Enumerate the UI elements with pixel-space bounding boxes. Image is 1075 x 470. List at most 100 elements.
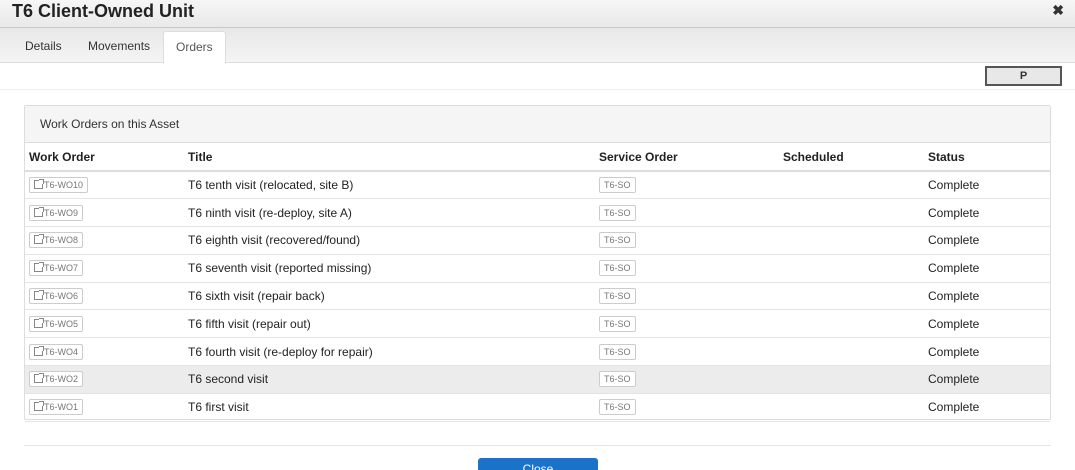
work-order-link[interactable]: T6-WO1 bbox=[29, 399, 84, 416]
service-order-cell: T6-SO bbox=[595, 365, 779, 394]
service-order-cell: T6-SO bbox=[595, 226, 779, 255]
service-order-link[interactable]: T6-SO bbox=[599, 315, 636, 332]
work-order-cell: T6-WO5 bbox=[25, 309, 184, 339]
scheduled-cell bbox=[779, 393, 924, 422]
work-order-id: T6-WO10 bbox=[44, 180, 84, 191]
work-order-link[interactable]: T6-WO7 bbox=[29, 260, 84, 277]
title-cell: T6 second visit bbox=[184, 365, 595, 394]
scheduled-cell bbox=[779, 226, 924, 255]
dialog-header: T6 Client-Owned Unit ✖ bbox=[0, 0, 1075, 28]
title-cell: T6 ninth visit (re-deploy, site A) bbox=[184, 198, 595, 228]
table-row[interactable]: T6-WO4 T6 fourth visit (re-deploy for rep… bbox=[25, 337, 1050, 367]
close-icon[interactable]: ✖ bbox=[1052, 2, 1064, 19]
scheduled-cell bbox=[779, 337, 924, 367]
divider bbox=[0, 89, 1075, 90]
external-link-icon bbox=[34, 373, 44, 384]
tab-bar: Details Movements Orders bbox=[0, 28, 1075, 64]
title-cell: T6 fourth visit (re-deploy for repair) bbox=[184, 337, 595, 367]
work-order-id: T6-WO8 bbox=[44, 235, 79, 246]
p-button[interactable]: P bbox=[985, 66, 1062, 86]
scheduled-cell bbox=[779, 198, 924, 228]
service-order-link[interactable]: T6-SO bbox=[599, 371, 636, 388]
dialog-title: T6 Client-Owned Unit bbox=[12, 1, 194, 21]
tab-movements[interactable]: Movements bbox=[76, 31, 162, 63]
service-order-link[interactable]: T6-SO bbox=[599, 343, 636, 360]
close-button[interactable]: Close bbox=[478, 458, 598, 470]
service-order-link[interactable]: T6-SO bbox=[599, 288, 636, 305]
status-cell: Complete bbox=[924, 337, 1050, 367]
title-cell: T6 seventh visit (reported missing) bbox=[184, 254, 595, 283]
work-order-link[interactable]: T6-WO8 bbox=[29, 232, 84, 249]
work-order-link[interactable]: T6-WO10 bbox=[29, 177, 89, 194]
tab-details[interactable]: Details bbox=[13, 31, 74, 63]
column-header-work-order: Work Order bbox=[25, 143, 184, 172]
service-order-link[interactable]: T6-SO bbox=[599, 204, 636, 221]
status-cell: Complete bbox=[924, 282, 1050, 311]
scheduled-cell bbox=[779, 309, 924, 339]
title-cell: T6 eighth visit (recovered/found) bbox=[184, 226, 595, 255]
title-cell: T6 tenth visit (relocated, site B) bbox=[184, 171, 595, 200]
service-order-cell: T6-SO bbox=[595, 337, 779, 367]
work-order-cell: T6-WO7 bbox=[25, 254, 184, 283]
work-order-id: T6-WO2 bbox=[44, 374, 79, 385]
work-order-id: T6-WO9 bbox=[44, 207, 79, 218]
service-order-link[interactable]: T6-SO bbox=[599, 260, 636, 277]
work-order-id: T6-WO4 bbox=[44, 346, 79, 357]
work-order-cell: T6-WO6 bbox=[25, 282, 184, 311]
work-orders-panel: Work Orders on this Asset Work Order Tit… bbox=[24, 105, 1051, 422]
external-link-icon bbox=[34, 290, 44, 301]
work-order-link[interactable]: T6-WO2 bbox=[29, 371, 84, 388]
work-order-link[interactable]: T6-WO4 bbox=[29, 343, 84, 360]
service-order-cell: T6-SO bbox=[595, 393, 779, 422]
column-header-service-order: Service Order bbox=[595, 143, 779, 172]
tab-orders[interactable]: Orders bbox=[163, 31, 226, 64]
table-row[interactable]: T6-WO5 T6 fifth visit (repair out) T6-SO Co… bbox=[25, 309, 1050, 339]
external-link-icon bbox=[34, 179, 44, 190]
work-order-link[interactable]: T6-WO6 bbox=[29, 288, 84, 305]
scheduled-cell bbox=[779, 365, 924, 394]
table-row[interactable]: T6-WO10 T6 tenth visit (relocated, site B… bbox=[25, 171, 1050, 200]
status-cell: Complete bbox=[924, 393, 1050, 422]
service-order-link[interactable]: T6-SO bbox=[599, 177, 636, 194]
table-row[interactable]: T6-WO8 T6 eighth visit (recovered/found) T… bbox=[25, 226, 1050, 255]
work-order-id: T6-WO7 bbox=[44, 263, 79, 274]
title-cell: T6 first visit bbox=[184, 393, 595, 422]
service-order-cell: T6-SO bbox=[595, 254, 779, 283]
service-order-cell: T6-SO bbox=[595, 198, 779, 228]
work-order-cell: T6-WO2 bbox=[25, 365, 184, 394]
external-link-icon bbox=[34, 262, 44, 273]
column-header-title: Title bbox=[184, 143, 595, 172]
table-row[interactable]: T6-WO2 T6 second visit T6-SO Complete bbox=[25, 365, 1050, 394]
work-orders-table: Work Order Title Service Order Scheduled… bbox=[25, 143, 1050, 422]
scheduled-cell bbox=[779, 254, 924, 283]
footer-divider bbox=[24, 445, 1051, 446]
column-header-status: Status bbox=[924, 143, 1050, 172]
work-order-cell: T6-WO8 bbox=[25, 226, 184, 255]
status-cell: Complete bbox=[924, 254, 1050, 283]
work-order-id: T6-WO6 bbox=[44, 291, 79, 302]
table-row[interactable]: T6-WO1 T6 first visit T6-SO Complete bbox=[25, 393, 1050, 422]
scheduled-cell bbox=[779, 282, 924, 311]
work-order-id: T6-WO5 bbox=[44, 318, 79, 329]
table-header-row: Work Order Title Service Order Scheduled… bbox=[25, 143, 1050, 172]
service-order-link[interactable]: T6-SO bbox=[599, 232, 636, 249]
work-order-cell: T6-WO4 bbox=[25, 337, 184, 367]
work-order-cell: T6-WO1 bbox=[25, 393, 184, 422]
scheduled-cell bbox=[779, 171, 924, 200]
work-order-link[interactable]: T6-WO9 bbox=[29, 204, 84, 221]
table-row[interactable]: T6-WO7 T6 seventh visit (reported missing… bbox=[25, 254, 1050, 283]
external-link-icon bbox=[34, 345, 44, 356]
service-order-link[interactable]: T6-SO bbox=[599, 399, 636, 416]
external-link-icon bbox=[34, 317, 44, 328]
external-link-icon bbox=[34, 206, 44, 217]
status-cell: Complete bbox=[924, 171, 1050, 200]
work-order-link[interactable]: T6-WO5 bbox=[29, 315, 84, 332]
table-row[interactable]: T6-WO9 T6 ninth visit (re-deploy, site A)… bbox=[25, 198, 1050, 228]
status-cell: Complete bbox=[924, 365, 1050, 394]
work-order-cell: T6-WO9 bbox=[25, 198, 184, 228]
external-link-icon bbox=[34, 401, 44, 412]
table-row[interactable]: T6-WO6 T6 sixth visit (repair back) T6-SO C… bbox=[25, 282, 1050, 311]
service-order-cell: T6-SO bbox=[595, 282, 779, 311]
title-cell: T6 sixth visit (repair back) bbox=[184, 282, 595, 311]
panel-heading: Work Orders on this Asset bbox=[25, 106, 1050, 143]
